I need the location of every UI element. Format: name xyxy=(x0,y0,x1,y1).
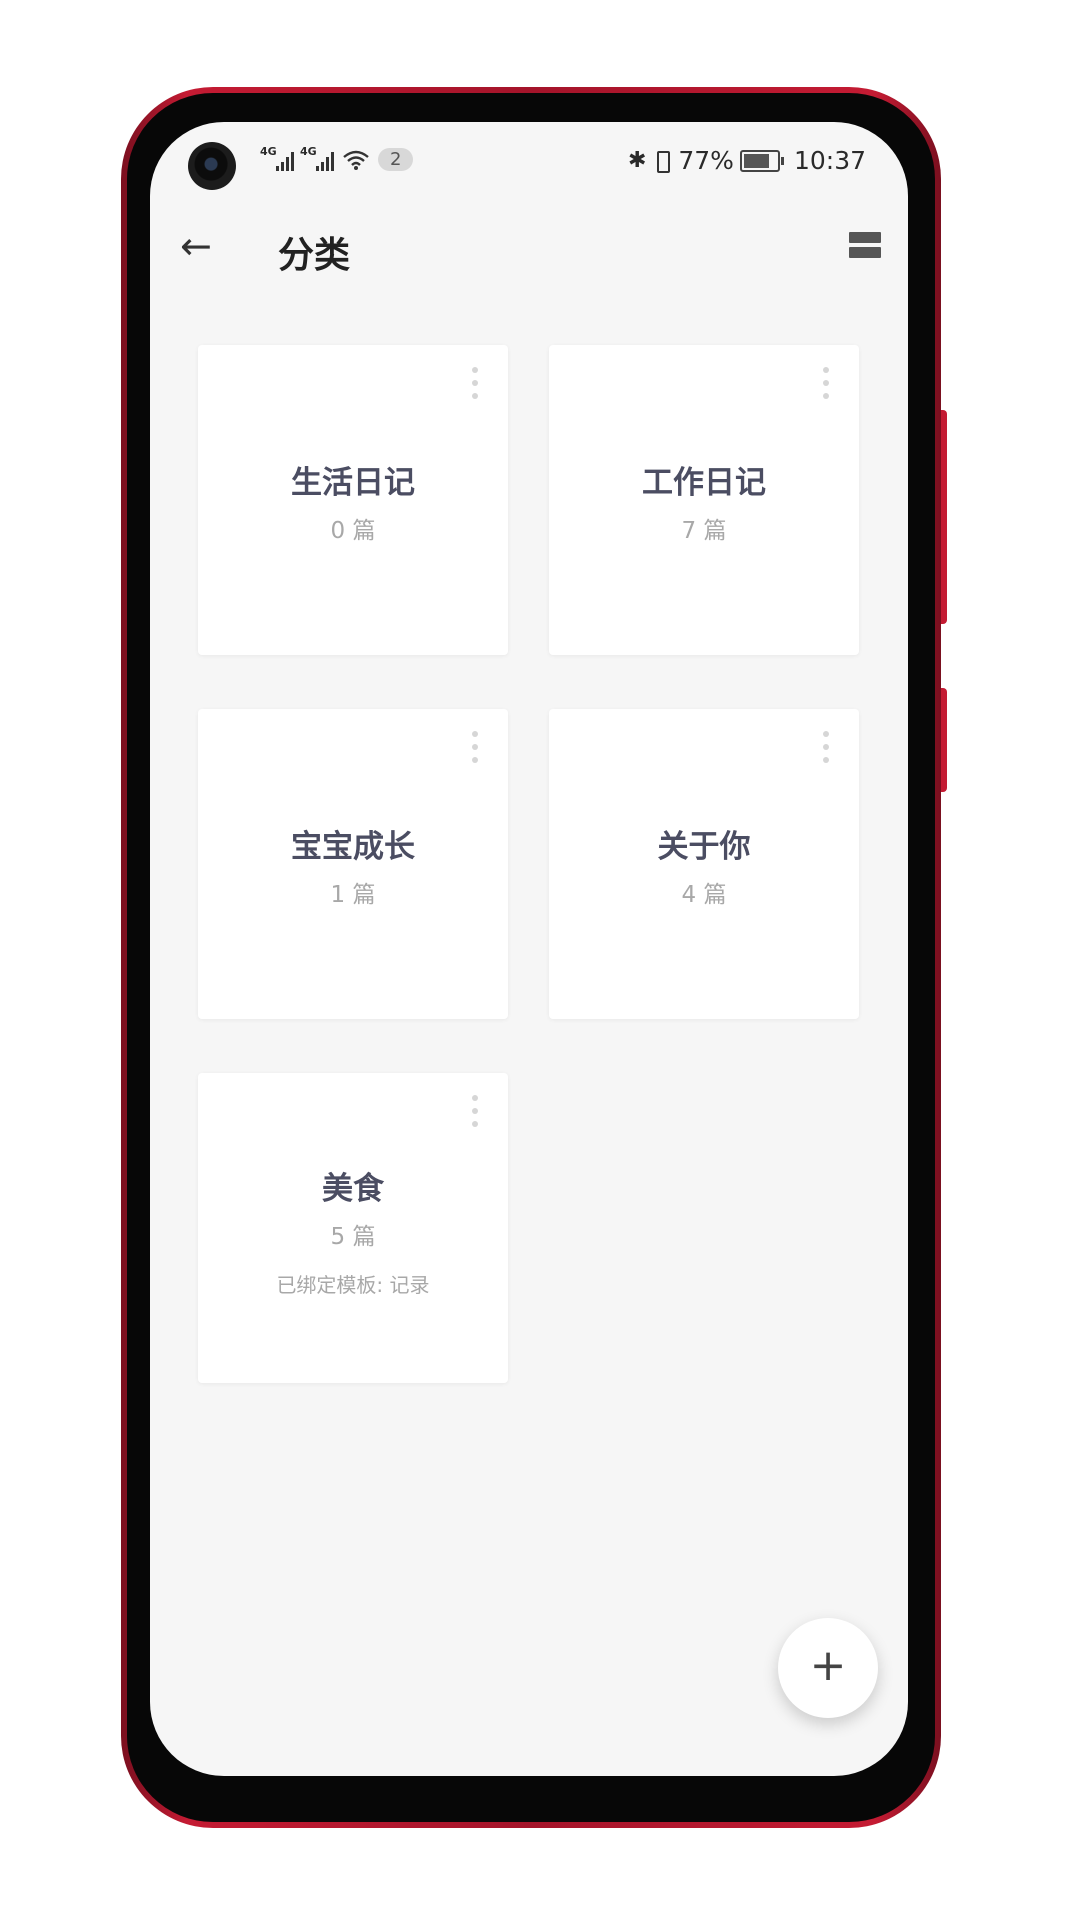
category-count: 7 篇 xyxy=(681,518,727,544)
category-count: 4 篇 xyxy=(681,882,727,908)
vibrate-icon xyxy=(652,149,672,173)
volume-button xyxy=(941,410,947,624)
category-name: 关于你 xyxy=(657,829,751,865)
battery-icon xyxy=(739,149,784,172)
more-options-icon[interactable] xyxy=(472,731,480,763)
status-bar: 4G 4G 2 ✱ 77% 10:37 xyxy=(150,140,908,186)
cellular-signal-icon: 4G xyxy=(260,145,294,171)
category-count: 1 篇 xyxy=(330,882,376,908)
category-card[interactable]: 生活日记 0 篇 xyxy=(198,345,508,655)
battery-level-fill xyxy=(743,153,769,168)
category-card[interactable]: 宝宝成长 1 篇 xyxy=(198,709,508,1019)
app-screen: 4G 4G 2 ✱ 77% 10:37 ← 分类 生活日记 0 篇 工作日记 7… xyxy=(150,122,908,1776)
cellular-signal-icon: 4G xyxy=(300,145,334,171)
clock-time: 10:37 xyxy=(793,146,866,175)
category-card[interactable]: 工作日记 7 篇 xyxy=(549,345,859,655)
category-name: 美食 xyxy=(322,1171,384,1207)
network-type-label: 4G xyxy=(260,144,277,158)
battery-percent: 77% xyxy=(678,146,734,175)
notification-badge: 2 xyxy=(378,148,414,171)
bound-template-label: 已绑定模板: 记录 xyxy=(276,1273,430,1297)
power-button xyxy=(941,688,947,792)
category-name: 宝宝成长 xyxy=(291,829,415,865)
more-options-icon[interactable] xyxy=(472,367,480,399)
wifi-icon xyxy=(342,149,370,171)
back-arrow-icon[interactable]: ← xyxy=(180,226,220,266)
network-type-label: 4G xyxy=(300,144,317,158)
category-card[interactable]: 关于你 4 篇 xyxy=(549,709,859,1019)
more-options-icon[interactable] xyxy=(472,1095,480,1127)
add-category-button[interactable]: + xyxy=(778,1618,878,1718)
bluetooth-icon: ✱ xyxy=(627,148,647,173)
category-name: 生活日记 xyxy=(291,465,415,501)
category-count: 5 篇 xyxy=(330,1224,376,1250)
app-bar: ← 分类 xyxy=(150,212,908,282)
category-card[interactable]: 美食 5 篇 已绑定模板: 记录 xyxy=(198,1073,508,1383)
page-title: 分类 xyxy=(278,235,351,276)
more-options-icon[interactable] xyxy=(823,367,831,399)
more-options-icon[interactable] xyxy=(823,731,831,763)
view-toggle-icon[interactable] xyxy=(849,232,881,258)
category-name: 工作日记 xyxy=(642,465,766,501)
category-count: 0 篇 xyxy=(330,518,376,544)
